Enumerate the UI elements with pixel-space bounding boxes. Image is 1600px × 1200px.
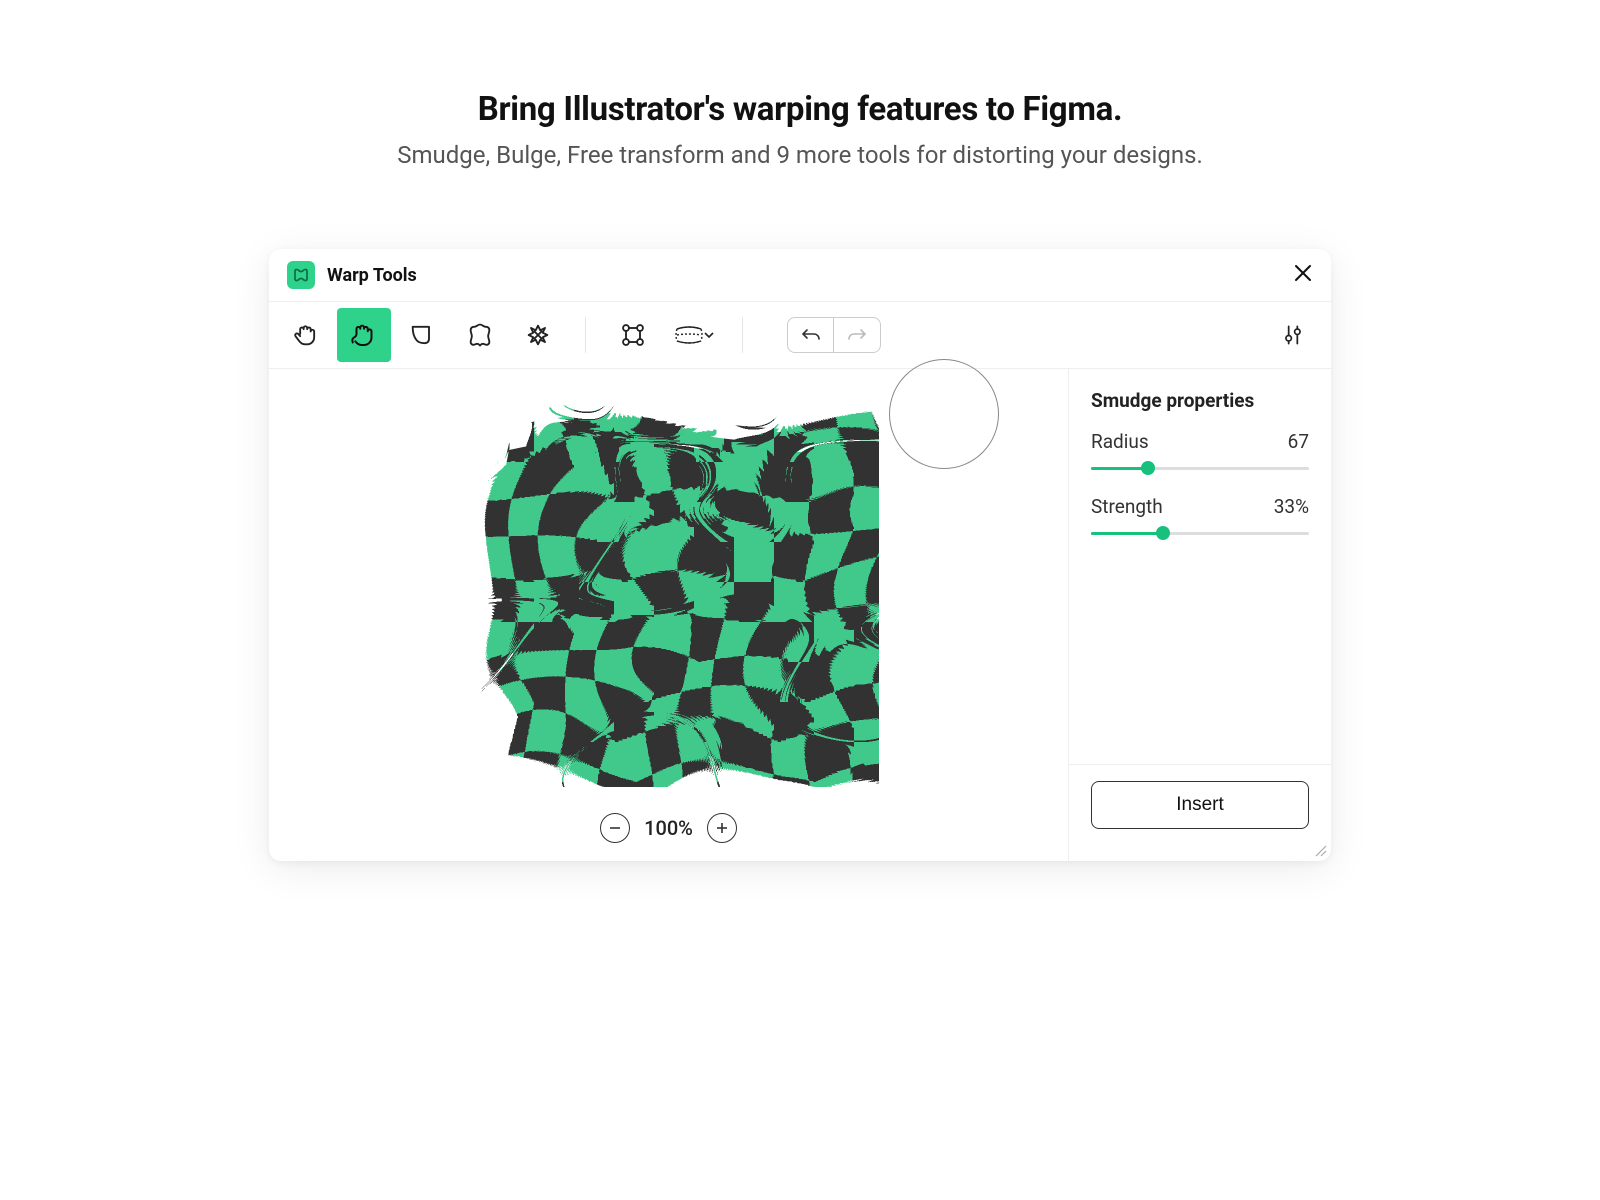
radius-label: Radius <box>1091 430 1149 453</box>
titlebar: Warp Tools <box>269 249 1331 302</box>
redo-button[interactable] <box>834 318 880 352</box>
tool-smudge[interactable] <box>337 308 391 362</box>
settings-icon[interactable] <box>1273 315 1313 355</box>
toolbar <box>269 302 1331 369</box>
tool-hand[interactable] <box>279 308 333 362</box>
zoom-out-button[interactable] <box>600 813 630 843</box>
canvas[interactable]: 100% <box>269 369 1069 861</box>
panel-title: Smudge properties <box>1091 389 1309 412</box>
properties-panel: Smudge properties Radius 67 Strength 33% <box>1069 369 1331 861</box>
tool-shape[interactable] <box>453 308 507 362</box>
zoom-level: 100% <box>644 816 693 840</box>
tool-composite[interactable] <box>511 308 565 362</box>
hero-headline: Bring Illustrator's warping features to … <box>160 90 1440 129</box>
tool-bulge[interactable] <box>395 308 449 362</box>
chevron-down-icon <box>702 328 716 342</box>
zoom-controls: 100% <box>269 813 1068 843</box>
plugin-window: Warp Tools <box>269 249 1331 861</box>
tool-mesh[interactable] <box>664 308 722 362</box>
strength-label: Strength <box>1091 495 1163 518</box>
radius-value: 67 <box>1288 430 1309 453</box>
radius-slider[interactable] <box>1091 459 1309 477</box>
strength-slider[interactable] <box>1091 524 1309 542</box>
hero-subhead: Smudge, Bulge, Free transform and 9 more… <box>160 141 1440 169</box>
undo-redo-group <box>787 317 881 353</box>
zoom-in-button[interactable] <box>707 813 737 843</box>
close-icon[interactable] <box>1293 263 1313 287</box>
strength-row: Strength 33% <box>1091 495 1309 518</box>
strength-value: 33% <box>1274 495 1309 518</box>
brush-cursor <box>889 359 999 469</box>
insert-button[interactable]: Insert <box>1091 781 1309 829</box>
warped-checker-preview <box>459 387 879 787</box>
radius-row: Radius 67 <box>1091 430 1309 453</box>
resize-grip-icon[interactable] <box>1313 843 1327 857</box>
app-icon <box>287 261 315 289</box>
undo-button[interactable] <box>788 318 834 352</box>
tool-free-transform[interactable] <box>606 308 660 362</box>
window-title: Warp Tools <box>327 265 417 286</box>
